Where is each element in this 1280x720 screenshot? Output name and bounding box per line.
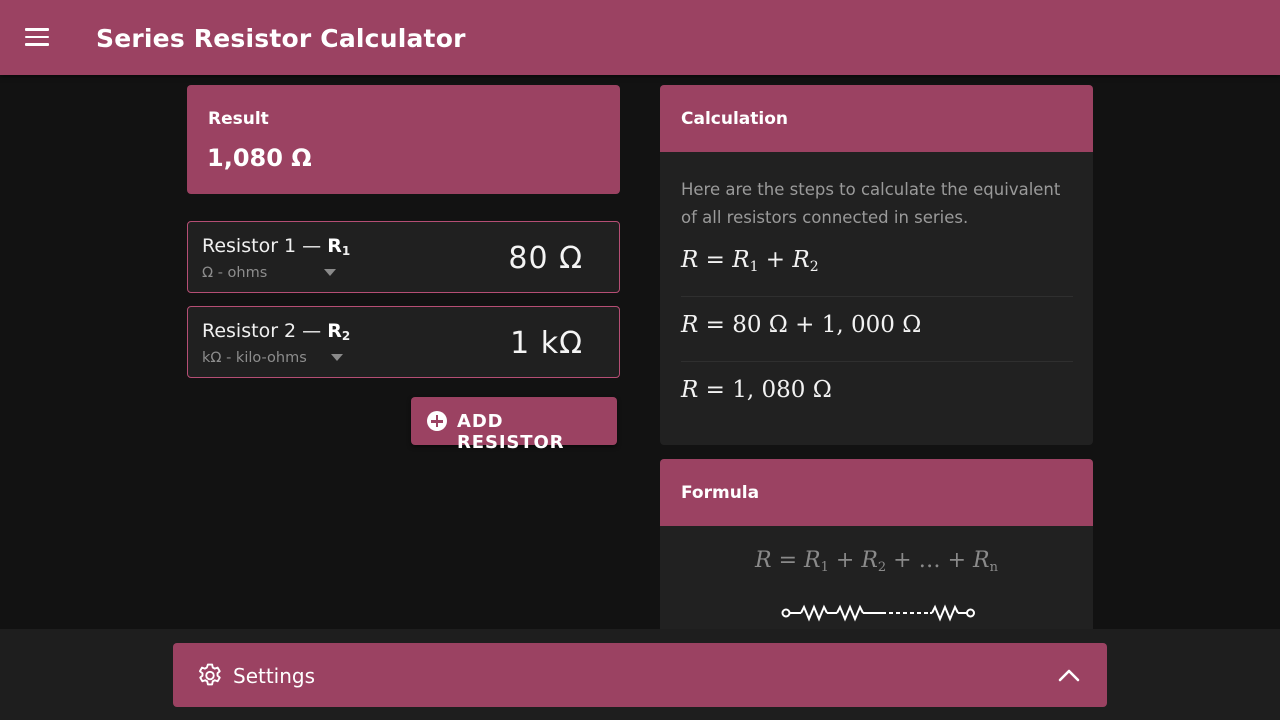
menu-icon[interactable] [25, 28, 49, 46]
calculation-card: Calculation Here are the steps to calcul… [660, 85, 1093, 445]
resistor-2-field[interactable]: Resistor 2 — R2 kΩ - kilo-ohms 1 kΩ [187, 306, 620, 378]
caret-down-icon [324, 269, 336, 276]
result-value: 1,080 Ω [207, 144, 312, 172]
resistor-1-unit: Ω - ohms [202, 265, 268, 281]
formula-title: Formula [681, 483, 760, 503]
divider [681, 361, 1073, 362]
formula-expression: R = R1 + R2 + … + Rn [755, 548, 998, 575]
add-resistor-button[interactable]: ADD RESISTOR [411, 397, 617, 453]
gear-icon [198, 663, 221, 686]
calculation-step-2: R = 80 Ω + 1, 000 Ω [681, 312, 922, 338]
settings-bar[interactable]: Settings [173, 643, 1107, 707]
app-title: Series Resistor Calculator [96, 24, 466, 53]
resistor-1-field[interactable]: Resistor 1 — R1 Ω - ohms 80 Ω [187, 221, 620, 293]
result-card: Result 1,080 Ω [187, 85, 620, 194]
series-resistor-circuit-icon [781, 604, 975, 622]
resistor-1-unit-select[interactable]: Ω - ohms [202, 265, 352, 283]
calculation-title: Calculation [681, 109, 788, 129]
formula-card: Formula R = R1 + R2 + … + Rn [660, 459, 1093, 629]
app-bar: Series Resistor Calculator [0, 0, 1280, 75]
resistor-2-value-input[interactable]: 1 kΩ [510, 326, 583, 361]
resistor-2-unit: kΩ - kilo-ohms [202, 350, 307, 366]
resistor-2-label: Resistor 2 — R2 [202, 320, 351, 343]
calculation-header: Calculation [660, 85, 1093, 152]
caret-down-icon [331, 354, 343, 361]
calculation-step-1: R = R1 + R2 [681, 247, 819, 275]
resistor-1-label: Resistor 1 — R1 [202, 235, 351, 258]
formula-header: Formula [660, 459, 1093, 526]
resistor-2-unit-select[interactable]: kΩ - kilo-ohms [202, 350, 352, 368]
result-label: Result [208, 109, 269, 129]
add-circle-icon [427, 411, 447, 431]
resistor-1-value-input[interactable]: 80 Ω [508, 241, 583, 276]
calculation-intro: Here are the steps to calculate the equi… [681, 180, 1061, 227]
add-resistor-label: ADD RESISTOR [457, 411, 565, 453]
settings-label: Settings [233, 664, 316, 688]
divider [681, 296, 1073, 297]
chevron-up-icon[interactable] [1057, 667, 1081, 683]
calculation-step-3: R = 1, 080 Ω [681, 377, 832, 403]
